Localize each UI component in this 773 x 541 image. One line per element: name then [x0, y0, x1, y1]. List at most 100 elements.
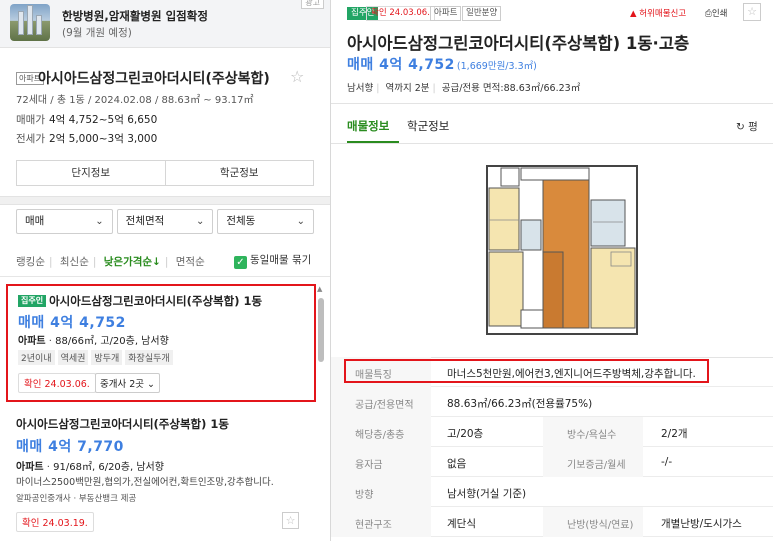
agents-dropdown[interactable]: 중개사 2곳 ⌄: [95, 373, 161, 393]
jeonse-price-value: 2억 5,000~3억 3,000: [48, 133, 158, 145]
type-chip: 일반분양: [462, 6, 502, 21]
owner-badge: 집주인: [18, 295, 47, 307]
filter-bar: 매매 ⌄ 전체면적 ⌄ 전체동 ⌄: [16, 209, 315, 234]
detail-price: 매매 4억 4,752 (1,669만원/3.3㎡): [347, 54, 537, 74]
area-info: 공급/전용 면적:88.63㎡/66.23㎡: [441, 83, 581, 94]
chevron-down-icon: ⌄: [296, 216, 306, 227]
confirm-date: 확인 24.03.06.: [18, 373, 96, 393]
tab-listing-info[interactable]: 매물정보: [347, 118, 389, 134]
row-value: 88.63㎡/66.23㎡(전용률75%): [447, 398, 593, 410]
listing-title: 아시아드삼정그린코아더시티(주상복합) 1동: [16, 417, 229, 431]
confirm-date: 확인 24.03.19.: [16, 512, 94, 532]
detail-row-direction: 방향 남서향(거실 기준): [331, 477, 773, 507]
refresh-icon: ↻: [736, 121, 749, 133]
detail-row-loan: 융자금 없음 기보증금/월세 -/-: [331, 447, 773, 477]
type-chip: 아파트: [430, 6, 462, 21]
scrollbar-thumb[interactable]: [318, 298, 324, 362]
chevron-down-icon: ⌄: [95, 216, 104, 227]
detail-row-entrance: 현관구조 계단식 난방(방식/연료) 개별난방/도시가스: [331, 507, 773, 537]
row-label: 방수/욕실수: [567, 430, 617, 441]
jeonse-price-row: 전세가 2억 5,000~3억 3,000: [16, 131, 157, 146]
row-label: 해당층/총층: [355, 430, 405, 441]
floor-plan-image[interactable]: [481, 160, 643, 340]
listing-spec: 아파트 · 91/68㎡, 6/20층, 남서향: [16, 462, 164, 473]
filter-label: 전체면적: [125, 215, 165, 227]
complex-info: 72세대 / 총 1동 / 2024.02.08 / 88.63㎡ ~ 93.1…: [16, 95, 254, 106]
listing-type: 아파트: [16, 462, 44, 473]
sort-area[interactable]: 면적순: [176, 256, 205, 268]
filter-label: 전체동: [226, 215, 256, 227]
tag: 화장실두개: [125, 350, 173, 365]
row-value: 없음: [447, 458, 467, 470]
listing-item[interactable]: 집주인 아시아드삼정그린코아더시티(주상복합) 1동 매매 4억 4,752 아파…: [6, 284, 316, 402]
row-value: 계단식: [447, 518, 476, 530]
sort-ranking[interactable]: 랭킹순: [16, 256, 45, 268]
confirm-date: 확인 24.03.06.: [366, 6, 435, 21]
banner-thumbnail: [10, 4, 50, 41]
sort-low-price[interactable]: 낮은가격순↓: [104, 256, 161, 268]
report-label: 허위매물신고: [639, 9, 687, 19]
tab-school-info[interactable]: 학군정보: [407, 118, 449, 134]
listing-item[interactable]: 아시아드삼정그린코아더시티(주상복합) 1동 매매 4억 7,770 아파트 ·…: [6, 408, 316, 541]
listing-spec-detail: 91/68㎡, 6/20층, 남서향: [53, 462, 164, 473]
row-value: 고/20층: [447, 428, 484, 440]
station-distance: 역까지 2분: [385, 83, 430, 94]
print-icon: ⎙: [705, 9, 712, 19]
filter-trade-type[interactable]: 매매 ⌄: [16, 209, 113, 234]
detail-row-floor: 해당층/총층 고/20층 방수/욕실수 2/2개: [331, 417, 773, 447]
section-divider: [0, 196, 330, 205]
row-value: 남서향(거실 기준): [447, 488, 527, 500]
report-button[interactable]: ▲ 허위매물신고: [630, 7, 686, 19]
listing-name: 집주인 아시아드삼정그린코아더시티(주상복합) 1동: [18, 293, 262, 309]
siren-icon: ▲: [630, 9, 640, 19]
group-same-listings-toggle[interactable]: ✓ 동일매물 묶기: [234, 252, 311, 269]
row-value: 2/2개: [661, 428, 688, 440]
listing-panel: 한방병원,암재활병원 입점확정 (9월 개원 예정) 광고 아파트 아시아드삼정…: [0, 0, 330, 541]
row-label: 융자금: [355, 460, 383, 471]
row-label: 기보증금/월세: [567, 460, 626, 471]
favorite-star-icon[interactable]: ☆: [282, 512, 299, 529]
print-button[interactable]: ⎙인쇄: [705, 7, 727, 19]
filter-label: 매매: [25, 215, 45, 227]
jeonse-price-label: 전세가: [16, 133, 45, 145]
detail-title: 아시아드삼정그린코아더시티(주상복합) 1동·고층: [347, 34, 690, 53]
tab-school-info[interactable]: 학군정보: [164, 161, 314, 185]
listing-price: 매매 4억 4,752: [18, 315, 126, 331]
favorite-star-icon[interactable]: ☆: [743, 3, 761, 21]
tag: 2년이내: [18, 350, 55, 365]
listing-source: 알파공인중개사 · 부동산뱅크 제공: [16, 494, 137, 504]
ad-label: 광고: [301, 0, 324, 9]
sort-latest[interactable]: 최신순: [60, 256, 89, 268]
banner-title: 한방병원,암재활병원 입점확정: [62, 9, 208, 23]
detail-panel: 집주인 확인 24.03.06. 아파트 일반분양 ▲ 허위매물신고 ⎙인쇄 ☆…: [331, 0, 773, 541]
filter-area[interactable]: 전체면적 ⌄: [116, 209, 214, 234]
listing-tags: 2년이내 역세권 방두개 화장실두개: [18, 350, 173, 365]
banner-subtitle: (9월 개원 예정): [62, 27, 132, 39]
tab-danji-info[interactable]: 단지정보: [17, 161, 165, 185]
area-unit-toggle[interactable]: ↻ 평: [736, 119, 758, 134]
listing-price: 매매 4억 7,770: [16, 439, 124, 455]
listing-description: 마이너스2500백만원,협의가,전실에어컨,확트인조망,강추합니다.: [16, 477, 274, 488]
row-label: 난방(방식/연료): [567, 520, 634, 531]
direction: 남서향: [347, 83, 374, 94]
area-unit-label: 평: [748, 121, 758, 133]
sale-price-value: 4억 4,752~5억 6,650: [48, 114, 158, 126]
complex-tabs: 단지정보 학군정보: [16, 160, 314, 186]
complex-name: 아시아드삼정그린코아더시티(주상복합): [38, 71, 270, 87]
price-per-area: (1,669만원/3.3㎡): [456, 61, 537, 72]
features-highlight: [344, 359, 709, 383]
detail-meta: 남서향 | 역까지 2분 | 공급/전용 면적:88.63㎡/66.23㎡: [347, 83, 581, 94]
row-value: -/-: [661, 456, 673, 468]
ad-banner[interactable]: 한방병원,암재활병원 입점확정 (9월 개원 예정) 광고: [0, 0, 330, 48]
checkbox-checked-icon: ✓: [234, 256, 247, 269]
filter-building[interactable]: 전체동 ⌄: [217, 209, 315, 234]
row-label: 방향: [355, 490, 374, 501]
sale-price-row: 매매가 4억 4,752~5억 6,650: [16, 112, 157, 127]
tag: 역세권: [57, 350, 89, 365]
favorite-star-icon[interactable]: ☆: [290, 67, 304, 86]
row-value: 개별난방/도시가스: [661, 518, 742, 530]
detail-row-area: 공급/전용면적 88.63㎡/66.23㎡(전용률75%): [331, 387, 773, 417]
scroll-up-icon[interactable]: ▲: [317, 285, 322, 293]
chevron-down-icon: ⌄: [195, 216, 205, 227]
listing-type: 아파트: [18, 336, 46, 347]
